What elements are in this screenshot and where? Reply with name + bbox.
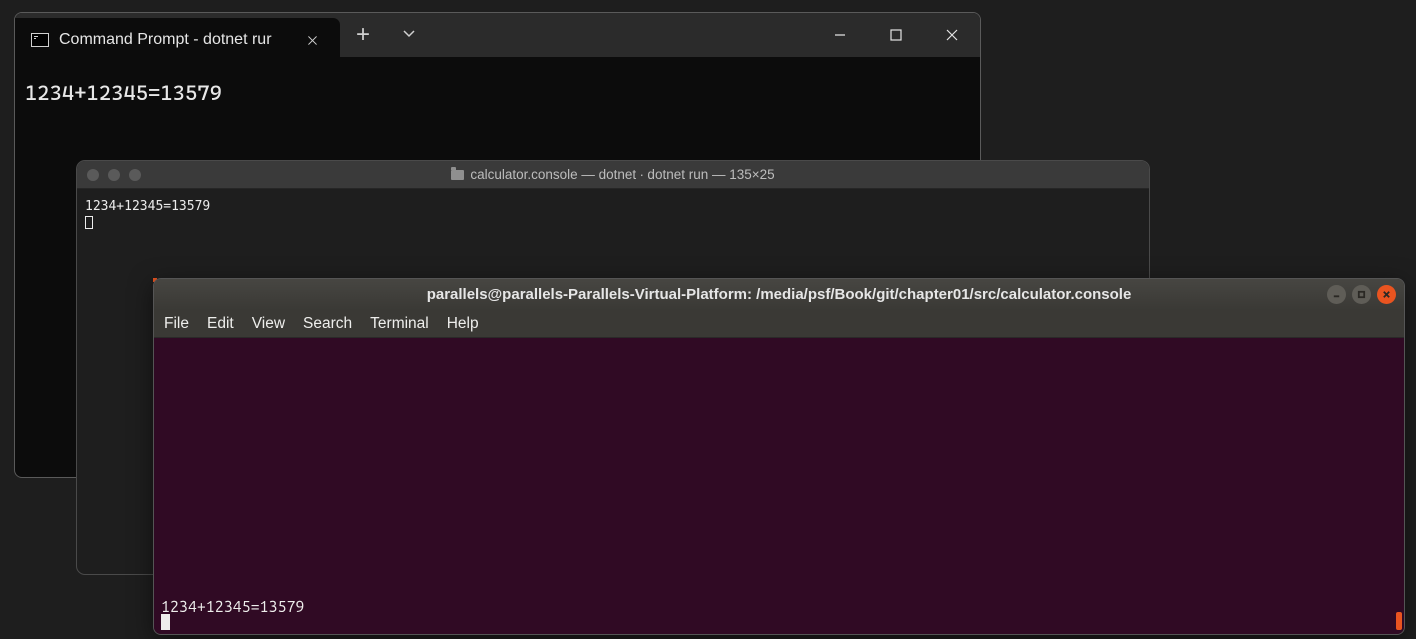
windows-tab-title: Command Prompt - dotnet rur [59,31,288,49]
minimize-button[interactable] [812,13,868,57]
ubuntu-window-controls [1327,285,1396,304]
mac-zoom-button[interactable] [129,169,141,181]
menu-terminal[interactable]: Terminal [370,315,429,333]
ubuntu-menubar: File Edit View Search Terminal Help [154,310,1404,338]
window-controls [812,13,980,57]
mac-title-text: calculator.console — dotnet ∙ dotnet run… [470,167,774,182]
cursor-icon [85,216,93,229]
mac-titlebar[interactable]: calculator.console — dotnet ∙ dotnet run… [77,161,1149,189]
mac-minimize-button[interactable] [108,169,120,181]
close-button[interactable] [924,13,980,57]
scrollbar-thumb[interactable] [1396,612,1402,630]
ubuntu-terminal-content[interactable]: 1234+12345=13579 [154,338,1404,634]
cursor-icon [161,614,170,630]
terminal-output-line: 1234+12345=13579 [25,81,222,105]
ubuntu-minimize-button[interactable] [1327,285,1346,304]
terminal-output-line: 1234+12345=13579 [85,199,210,214]
menu-search[interactable]: Search [303,315,352,333]
tab-close-button[interactable] [298,26,326,54]
ubuntu-close-button[interactable] [1377,285,1396,304]
mac-title: calculator.console — dotnet ∙ dotnet run… [77,167,1149,182]
menu-file[interactable]: File [164,315,189,333]
ubuntu-titlebar[interactable]: parallels@parallels-Parallels-Virtual-Pl… [154,279,1404,310]
menu-help[interactable]: Help [447,315,479,333]
ubuntu-terminal-window: parallels@parallels-Parallels-Virtual-Pl… [153,278,1405,635]
mac-close-button[interactable] [87,169,99,181]
ubuntu-maximize-button[interactable] [1352,285,1371,304]
mac-terminal-content[interactable]: 1234+12345=13579 [77,189,1149,245]
mac-window-controls [87,169,141,181]
cmd-icon [31,33,49,47]
windows-titlebar[interactable]: Command Prompt - dotnet rur + [15,13,980,57]
terminal-output-line: 1234+12345=13579 [161,598,304,616]
maximize-button[interactable] [868,13,924,57]
menu-view[interactable]: View [252,315,285,333]
titlebar-spacer[interactable] [432,13,812,57]
folder-icon [451,170,464,180]
ubuntu-title-text: parallels@parallels-Parallels-Virtual-Pl… [427,286,1132,303]
menu-edit[interactable]: Edit [207,315,234,333]
new-tab-button[interactable]: + [340,13,386,57]
windows-tab-active[interactable]: Command Prompt - dotnet rur [15,18,340,62]
windows-terminal-content[interactable]: 1234+12345=13579 [15,57,980,129]
tab-dropdown-button[interactable] [386,13,432,57]
